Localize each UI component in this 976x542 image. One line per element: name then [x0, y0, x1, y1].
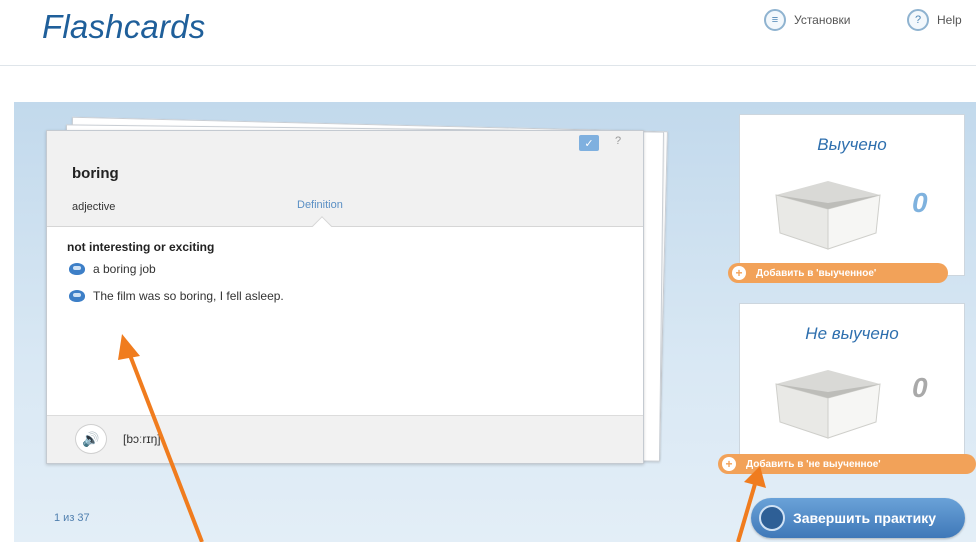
- example-text: The film was so boring, I fell asleep.: [93, 289, 284, 303]
- settings-icon: ≡: [764, 9, 786, 31]
- app-title: Flashcards: [42, 8, 206, 45]
- example-text: a boring job: [93, 262, 156, 276]
- not-learned-count: 0: [912, 372, 928, 403]
- header-bar: Flashcards ≡ Установки ? Help: [0, 0, 976, 66]
- finish-icon: [759, 505, 785, 531]
- not-learned-title: Не выучено: [805, 324, 899, 343]
- card-footer: 🔊 [bɔːrɪŋ]: [47, 415, 643, 463]
- question-icon: ?: [907, 9, 929, 31]
- tab-definition[interactable]: Definition: [297, 199, 343, 211]
- plus-icon: +: [722, 457, 736, 471]
- flashcard[interactable]: boring adjective Definition ✓ ? not inte…: [46, 130, 644, 464]
- add-to-learned-button[interactable]: + Добавить в 'выученное': [728, 263, 948, 283]
- box-icon: [775, 370, 881, 439]
- help-link[interactable]: ? Help: [907, 9, 962, 31]
- card-definition: not interesting or exciting: [67, 240, 215, 254]
- finish-practice-button[interactable]: Завершить практику: [751, 498, 965, 538]
- add-to-not-learned-button[interactable]: + Добавить в 'не выученное': [718, 454, 976, 474]
- settings-label: Установки: [794, 13, 851, 27]
- practice-area: boring adjective Definition ✓ ? not inte…: [14, 102, 976, 542]
- finish-practice-label: Завершить практику: [793, 510, 937, 526]
- example-icon: [69, 263, 85, 275]
- card-header: boring adjective Definition ✓ ?: [47, 131, 643, 227]
- card-help-icon[interactable]: ?: [615, 135, 621, 147]
- example-item: The film was so boring, I fell asleep.: [69, 289, 284, 303]
- help-label: Help: [937, 13, 962, 27]
- learned-count: 0: [912, 187, 928, 218]
- pronunciation: [bɔːrɪŋ]: [123, 432, 161, 446]
- box-icon: [775, 181, 881, 250]
- not-learned-panel[interactable]: Не выучено 0: [739, 303, 965, 463]
- add-to-not-learned-label: Добавить в 'не выученное': [746, 458, 881, 470]
- speaker-icon[interactable]: 🔊: [75, 424, 107, 454]
- example-icon: [69, 290, 85, 302]
- plus-icon: +: [732, 266, 746, 280]
- add-to-learned-label: Добавить в 'выученное': [756, 267, 877, 279]
- part-of-speech: adjective: [72, 201, 116, 213]
- settings-link[interactable]: ≡ Установки: [764, 9, 850, 31]
- learned-title: Выучено: [817, 135, 887, 154]
- check-icon[interactable]: ✓: [579, 135, 599, 151]
- card-counter: 1 из 37: [54, 512, 90, 524]
- learned-panel[interactable]: Выучено 0: [739, 114, 965, 276]
- example-item: a boring job: [69, 262, 156, 276]
- card-term: boring: [72, 165, 119, 182]
